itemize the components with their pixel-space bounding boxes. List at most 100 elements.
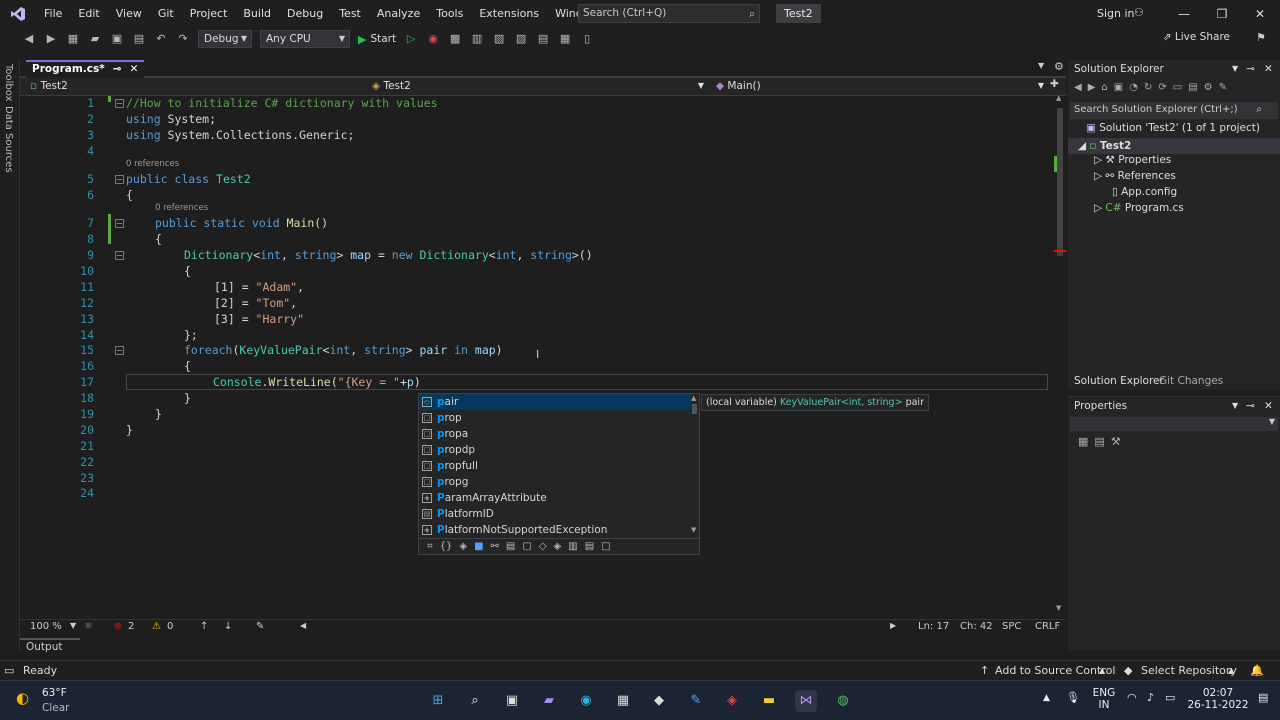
language-indicator[interactable]: ENG IN <box>1090 687 1118 711</box>
completion-item[interactable]: □ propfull <box>419 458 691 474</box>
event-filter-icon[interactable]: ▢ <box>522 539 531 555</box>
completion-item[interactable]: ◈ PlatformNotSupportedException <box>419 522 691 538</box>
data-sources-tab[interactable]: Data Sources <box>3 106 14 173</box>
properties-icon[interactable]: ⚙ <box>1204 82 1213 98</box>
scroll-down-icon[interactable]: ▼ <box>1056 604 1061 612</box>
bookmark-icon[interactable]: ▯ <box>579 31 595 47</box>
next-issue-icon[interactable]: ↓ <box>224 621 232 632</box>
microphone-icon[interactable]: 🎙 <box>1066 691 1080 704</box>
menu-build[interactable]: Build <box>235 0 279 28</box>
expand-filter-icon[interactable]: ⌗ <box>427 539 433 555</box>
refresh-icon[interactable]: ⟳ <box>1158 82 1166 98</box>
zoom-level[interactable]: 100 % <box>30 621 62 632</box>
warning-icon[interactable]: ⚠ <box>152 621 161 632</box>
menu-git[interactable]: Git <box>150 0 182 28</box>
pin-icon[interactable]: ⊸ <box>1246 397 1255 415</box>
member-dropdown[interactable]: ◆ Main() ▼ <box>716 78 1046 95</box>
preview-icon[interactable]: ✎ <box>1219 82 1227 98</box>
categorized-icon[interactable]: ▦ <box>1078 435 1088 448</box>
menu-file[interactable]: File <box>36 0 70 28</box>
delegate-filter-icon[interactable]: ⚯ <box>491 539 499 555</box>
tree-project[interactable]: ◢ ▫ Test2 <box>1068 138 1280 154</box>
copilot-icon[interactable]: ⚛ <box>84 621 93 632</box>
editor-vertical-scrollbar[interactable]: ▲ ▼ <box>1054 94 1066 614</box>
completion-item[interactable]: □ propdp <box>419 442 691 458</box>
split-window-icon[interactable]: ✚ <box>1050 78 1059 90</box>
window-menu-icon[interactable]: ▼ <box>1232 60 1238 78</box>
platform-select[interactable]: Any CPU ▼ <box>260 30 350 48</box>
error-count[interactable]: 2 <box>128 621 134 632</box>
class-dropdown[interactable]: ◈ Test2 ▼ <box>372 78 706 95</box>
collapse-all-icon[interactable]: ▭ <box>1173 82 1182 98</box>
switch-views-icon[interactable]: ▣ <box>1114 82 1123 98</box>
tab-program-cs[interactable]: Program.cs* ⊸ ✕ <box>26 60 145 78</box>
field-filter-icon[interactable]: ■ <box>474 539 483 555</box>
fold-toggle-icon[interactable]: − <box>115 99 124 108</box>
windows-start-icon[interactable]: ⊞ <box>427 690 449 712</box>
pending-changes-icon[interactable]: ◔ <box>1129 82 1138 98</box>
fold-toggle-icon[interactable]: − <box>115 251 124 260</box>
menu-extensions[interactable]: Extensions <box>471 0 547 28</box>
output-tab[interactable]: Output <box>20 638 80 654</box>
menu-project[interactable]: Project <box>182 0 236 28</box>
toolbar-icon-d[interactable]: ▨ <box>513 31 529 47</box>
home-icon[interactable]: ⌂ <box>1101 82 1107 98</box>
previous-issue-icon[interactable]: ↑ <box>200 621 208 632</box>
volume-icon[interactable]: ♪ <box>1147 691 1154 704</box>
teams-chat-icon[interactable]: ▰ <box>538 690 560 712</box>
start-without-debugging-icon[interactable]: ▷ <box>403 31 419 47</box>
tree-item-properties[interactable]: ▷ ⚒ Properties <box>1094 154 1171 166</box>
clock[interactable]: 02:07 26-11-2022 <box>1186 687 1250 711</box>
toolbar-icon-b[interactable]: ▥ <box>469 31 485 47</box>
save-icon[interactable]: ▣ <box>109 31 125 47</box>
enum-filter-icon[interactable]: ▤ <box>506 539 515 555</box>
minimize-button[interactable]: — <box>1165 0 1203 28</box>
class-filter-icon[interactable]: ◈ <box>459 539 467 555</box>
wifi-icon[interactable]: ◠ <box>1127 691 1137 704</box>
scrollbar-thumb[interactable] <box>692 404 697 414</box>
toolbar-icon-f[interactable]: ▦ <box>557 31 573 47</box>
menu-edit[interactable]: Edit <box>70 0 107 28</box>
app-icon[interactable]: ◆ <box>648 690 670 712</box>
chevron-down-icon[interactable]: ▼ <box>70 621 76 630</box>
scroll-left-icon[interactable]: ◀ <box>300 621 306 630</box>
toolbar-icon-a[interactable]: ▩ <box>447 31 463 47</box>
window-menu-icon[interactable]: ▼ <box>1232 397 1238 415</box>
scroll-up-icon[interactable]: ▲ <box>691 394 696 402</box>
completion-item[interactable]: □ propg <box>419 474 691 490</box>
hot-reload-icon[interactable]: ◉ <box>425 31 441 47</box>
keyword-filter-icon[interactable]: ▤ <box>585 539 594 555</box>
edge-browser-icon[interactable]: ◉ <box>575 690 597 712</box>
intellisense-completion-list[interactable]: ◇ pair □ prop □ propa □ propdp □ propfull □ pr… <box>418 393 700 555</box>
notifications-icon[interactable]: 🔔 <box>1250 664 1264 677</box>
property-pages-icon[interactable]: ⚒ <box>1111 435 1121 448</box>
toolbox-tab[interactable]: Toolbox <box>3 64 14 102</box>
account-icon[interactable]: ⚇ <box>1134 6 1144 19</box>
mcafee-icon[interactable]: ◈ <box>721 690 743 712</box>
store-icon[interactable]: ▦ <box>612 690 634 712</box>
completion-item[interactable]: □ prop <box>419 410 691 426</box>
toolbar-icon-c[interactable]: ▧ <box>491 31 507 47</box>
fold-toggle-icon[interactable]: − <box>115 175 124 184</box>
menu-tools[interactable]: Tools <box>428 0 471 28</box>
codelens-references[interactable]: 0 references <box>126 159 179 169</box>
code-cleanup-icon[interactable]: ✎ <box>256 621 264 632</box>
interface-filter-icon[interactable]: ◇ <box>539 539 547 555</box>
completion-item[interactable]: ◈ ParamArrayAttribute <box>419 490 691 506</box>
solution-search-input[interactable]: Search Solution Explorer (Ctrl+;) ⌕ <box>1070 102 1278 119</box>
save-all-icon[interactable]: ▤ <box>131 31 147 47</box>
scroll-down-icon[interactable]: ▼ <box>691 526 696 534</box>
completion-item[interactable]: ▤ PlatformID <box>419 506 691 522</box>
battery-icon[interactable]: ▭ <box>1165 691 1175 704</box>
completion-item[interactable]: □ propa <box>419 426 691 442</box>
back-icon[interactable]: ◀ <box>1074 82 1082 98</box>
toolbar-icon-e[interactable]: ▤ <box>535 31 551 47</box>
settings-gear-icon[interactable]: ⚙ <box>1054 60 1064 73</box>
weather-condition[interactable]: Clear <box>42 702 69 714</box>
menu-test[interactable]: Test <box>331 0 369 28</box>
close-icon[interactable]: ✕ <box>1264 397 1273 415</box>
whitespace-indicator[interactable]: SPC <box>1002 621 1021 632</box>
forward-icon[interactable]: ▶ <box>43 31 59 47</box>
line-indicator[interactable]: Ln: 17 <box>918 621 949 632</box>
taskbar-search-icon[interactable]: ⌕ <box>464 690 486 712</box>
